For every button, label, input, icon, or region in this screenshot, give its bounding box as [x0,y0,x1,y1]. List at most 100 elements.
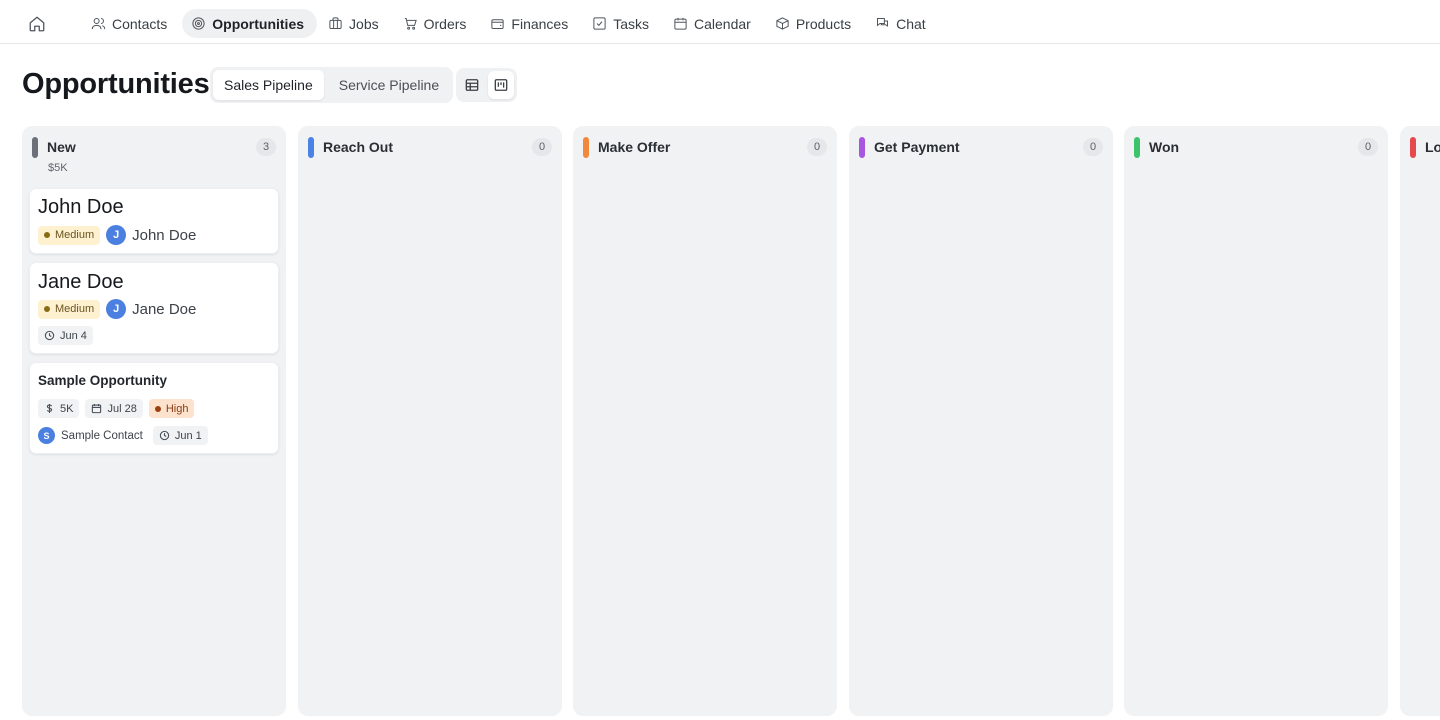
nav-item-label: Tasks [613,15,650,32]
column-color-bar [32,136,38,158]
nav-item-contacts[interactable]: Contacts [82,9,180,38]
card-contact-row: S Sample Contact Jun 1 [38,426,208,445]
priority-badge: Medium [38,299,101,319]
column-color-bar [859,136,865,158]
home-icon [29,16,45,32]
dollar-icon [46,404,53,413]
nav-item-label: Finances [511,15,569,32]
cart-icon [404,18,417,30]
nav-item-jobs[interactable]: Jobs [319,9,392,38]
view-toggle [456,68,517,102]
nav-item-label: Chat [896,15,926,32]
clock-icon [44,330,55,341]
column-count: 3 [256,138,276,156]
nav-item-opportunities[interactable]: Opportunities [182,9,318,38]
priority-dot [44,232,50,238]
users-icon [91,18,106,30]
home-button[interactable] [26,13,48,35]
nav-item-products[interactable]: Products [766,9,864,38]
column-new: New 3 $5K John Doe Medium J John Doe Jan… [22,126,286,716]
top-nav: Contacts Opportunities Jobs Orders Finan… [0,4,1440,44]
nav-item-label: Opportunities [212,15,305,32]
column-count: 0 [532,138,552,156]
priority-label: Medium [55,229,95,241]
card-title: Sample Opportunity [38,373,168,388]
card-meta-row: Medium J Jane Doe [38,299,196,319]
card-meta-row: Medium J John Doe [38,225,196,245]
priority-dot [154,405,161,412]
contact-name[interactable]: Sample Contact [61,430,143,442]
kanban-view-button[interactable] [488,71,514,99]
tab-service-pipeline[interactable]: Service Pipeline [328,70,450,100]
column-make-offer: Make Offer 0 [573,126,837,716]
column-count: 0 [807,138,827,156]
column-header: Lo [1410,136,1440,158]
nav-items: Contacts Opportunities Jobs Orders Finan… [82,9,939,38]
value-badge: 5K [38,399,80,418]
column-header: New 3 [32,136,276,158]
priority-label: High [165,402,189,415]
column-header: Get Payment 0 [859,136,1103,158]
nav-item-chat[interactable]: Chat [866,9,939,38]
column-title: Won [1149,139,1180,155]
column-title: Make Offer [598,139,671,155]
priority-dot [44,306,50,312]
opportunity-card[interactable]: Sample Opportunity 5K Jul 28 High S Samp… [29,362,279,454]
avatar: S [38,427,55,444]
date-label: Jun 1 [174,429,202,442]
wallet-icon [491,19,505,29]
column-header: Make Offer 0 [583,136,827,158]
priority-label: Medium [55,303,95,315]
package-icon [776,17,789,30]
clock-icon [159,430,170,441]
avatar: J [106,225,127,245]
briefcase-icon [329,17,342,29]
contact-name[interactable]: John Doe [132,227,196,244]
nav-item-label: Jobs [349,15,379,32]
nav-item-label: Orders [423,15,467,32]
column-header: Won 0 [1134,136,1378,158]
nav-item-finances[interactable]: Finances [481,9,581,38]
calendar-icon [674,17,687,30]
tab-sales-pipeline[interactable]: Sales Pipeline [213,70,324,100]
opportunity-card[interactable]: John Doe Medium J John Doe [29,188,279,254]
column-color-bar [308,136,314,158]
priority-badge: High [148,399,195,418]
card-meta-row: 5K Jul 28 High [38,399,195,418]
date-badge: Jun 4 [38,326,93,345]
checkbox-icon [593,17,606,30]
column-count: 0 [1083,138,1103,156]
close-date-label: Jul 28 [107,402,137,415]
column-lost: Lo [1400,126,1440,716]
opportunity-card[interactable]: Jane Doe Medium J Jane Doe Jun 4 [29,262,279,354]
kanban-board: New 3 $5K John Doe Medium J John Doe Jan… [22,126,1440,720]
nav-item-tasks[interactable]: Tasks [583,9,662,38]
nav-item-label: Calendar [694,15,751,32]
column-get-payment: Get Payment 0 [849,126,1113,716]
kanban-view-icon [494,79,508,91]
card-date-row: Jun 4 [38,326,93,345]
column-color-bar [1134,136,1140,158]
column-header: Reach Out 0 [308,136,552,158]
column-title: Reach Out [323,139,394,155]
avatar: J [106,299,127,319]
nav-item-orders[interactable]: Orders [394,9,480,38]
close-date-badge: Jul 28 [85,399,143,418]
column-color-bar [583,136,589,158]
table-view-button[interactable] [459,71,485,99]
page-title: Opportunities [22,68,210,100]
date-label: Jun 4 [60,329,87,342]
value-label: 5K [60,402,74,415]
nav-item-calendar[interactable]: Calendar [664,9,764,38]
column-title: Lo [1425,139,1440,155]
contact-name[interactable]: Jane Doe [132,301,196,318]
target-icon [192,17,205,30]
nav-item-label: Contacts [112,15,168,32]
column-count: 0 [1358,138,1378,156]
table-view-icon [465,79,479,91]
column-won: Won 0 [1124,126,1388,716]
chat-icon [877,18,889,27]
card-title: John Doe [38,196,124,218]
date-badge: Jun 1 [152,426,208,445]
pipeline-tabs: Sales Pipeline Service Pipeline [210,67,454,103]
